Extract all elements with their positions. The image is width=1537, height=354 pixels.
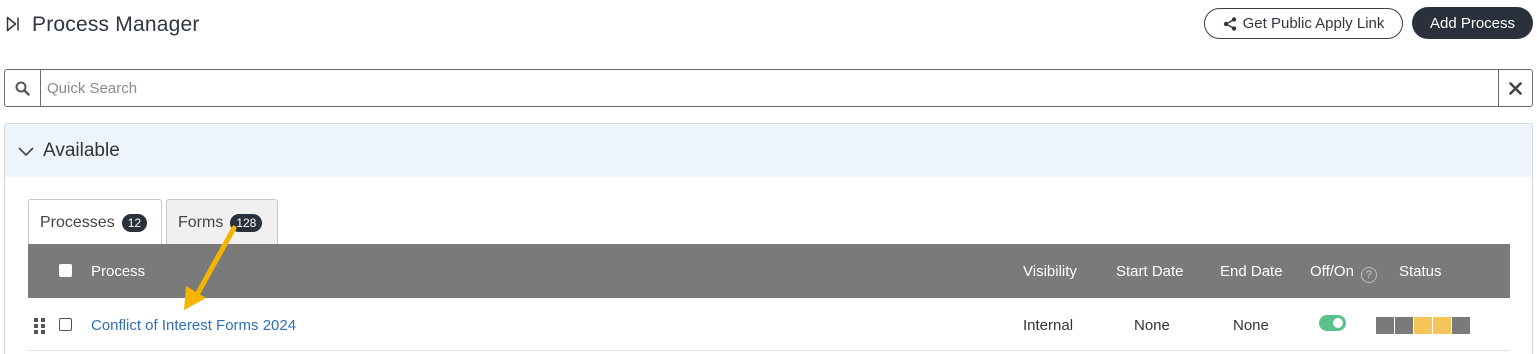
- column-header-visibility[interactable]: Visibility: [1023, 263, 1077, 280]
- available-panel-header[interactable]: Available: [5, 124, 1532, 177]
- tab-processes-label: Processes: [40, 214, 115, 231]
- status-segment: [1414, 317, 1432, 334]
- share-icon: [1223, 16, 1236, 31]
- process-link[interactable]: Conflict of Interest Forms 2024: [91, 317, 296, 334]
- drag-handle-icon[interactable]: [34, 318, 46, 334]
- enabled-toggle[interactable]: [1319, 315, 1346, 331]
- close-icon: [1509, 81, 1522, 95]
- tab-processes[interactable]: Processes 12: [28, 199, 162, 246]
- column-header-end-date[interactable]: End Date: [1220, 263, 1283, 280]
- clear-search-button[interactable]: [1498, 70, 1532, 106]
- column-header-offon: Off/On?: [1310, 263, 1377, 283]
- search-input[interactable]: [47, 76, 1487, 100]
- visibility-value: Internal: [1023, 317, 1074, 334]
- chevron-down-icon: [18, 146, 34, 156]
- public-link-label: Get Public Apply Link: [1242, 15, 1385, 32]
- panel-title: Available: [43, 139, 120, 161]
- tab-forms[interactable]: Forms 128: [166, 199, 278, 245]
- status-bar: [1376, 317, 1470, 334]
- add-process-button[interactable]: Add Process: [1412, 7, 1533, 39]
- tab-forms-label: Forms: [178, 213, 224, 231]
- status-segment: [1433, 317, 1451, 334]
- toggle-knob: [1333, 318, 1343, 328]
- available-panel: Available Processes 12 Forms 128 Process…: [4, 123, 1533, 354]
- get-public-apply-link-button[interactable]: Get Public Apply Link: [1204, 8, 1403, 39]
- column-header-process[interactable]: Process: [91, 263, 145, 280]
- help-icon[interactable]: ?: [1360, 267, 1377, 283]
- column-header-start-date[interactable]: Start Date: [1116, 263, 1184, 280]
- sidebar-toggle-icon[interactable]: [6, 16, 20, 32]
- table-row: Conflict of Interest Forms 2024 Internal…: [28, 298, 1510, 351]
- status-segment: [1395, 317, 1413, 334]
- start-date-value: None: [1134, 317, 1170, 334]
- search-icon: [15, 81, 30, 96]
- select-all-checkbox[interactable]: [59, 264, 72, 277]
- forms-count-badge: 128: [230, 213, 263, 232]
- row-checkbox[interactable]: [59, 318, 72, 331]
- status-segment: [1452, 317, 1470, 334]
- end-date-value: None: [1233, 317, 1269, 334]
- processes-count-badge: 12: [121, 214, 148, 232]
- column-header-status[interactable]: Status: [1399, 263, 1442, 280]
- table-header: Process Visibility Start Date End Date O…: [28, 244, 1510, 298]
- status-segment: [1376, 317, 1394, 334]
- page-header: Process Manager Get Public Apply Link Ad…: [0, 0, 1537, 50]
- offon-label: Off/On: [1310, 263, 1354, 280]
- quick-search-bar: [4, 69, 1533, 107]
- page-title: Process Manager: [32, 13, 200, 36]
- search-icon-box: [5, 70, 41, 106]
